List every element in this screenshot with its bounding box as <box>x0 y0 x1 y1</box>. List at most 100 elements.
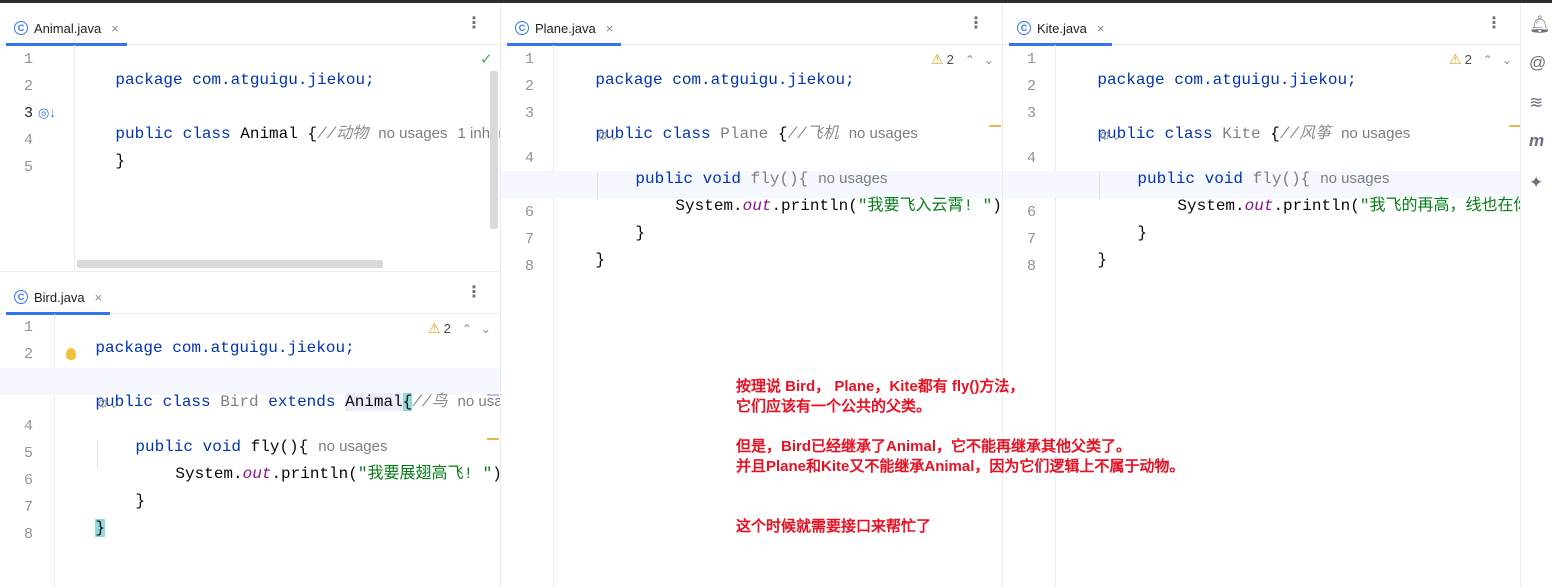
chevron-down-icon[interactable]: ⌄ <box>984 53 994 67</box>
tab-plane-java[interactable]: C Plane.java × <box>507 11 622 46</box>
line-number: 8 <box>524 258 534 275</box>
chevron-down-icon[interactable]: ⌄ <box>481 322 491 336</box>
code-line-class-decl[interactable]: public class Animal {//动物 no usages 1 inhe… <box>77 104 500 143</box>
code-line-class-decl[interactable]: public class Plane {//飞机 no usages <box>557 104 918 143</box>
editor-pane-bird: C Bird.java × ⋮ 1 2 3 4 5 6 7 8 package … <box>0 271 500 587</box>
line-number: 4 <box>1026 150 1036 167</box>
line-number: 7 <box>1026 231 1036 248</box>
code-line-method-decl[interactable]: public void fly(){no usages <box>97 417 387 456</box>
code-line-method-close[interactable]: } <box>1099 203 1147 242</box>
annotation-line-5: 这个时候就需要接口来帮忙了 <box>736 518 932 535</box>
chevron-up-icon[interactable]: ⌃ <box>1483 53 1493 67</box>
right-tool-strip: 🔔︎ @ ≋ m ✦ <box>1520 3 1552 587</box>
tab-label: Animal.java <box>34 20 102 36</box>
sparkle-icon[interactable]: ⚙⌄ <box>597 128 620 144</box>
close-tab-icon[interactable]: × <box>95 290 103 305</box>
code-line-close[interactable]: } <box>77 131 125 170</box>
annotation-line-2: 它们应该有一个公共的父类。 <box>736 398 932 415</box>
tab-label: Kite.java <box>1037 20 1087 36</box>
warning-icon: ⚠ <box>428 320 441 336</box>
code-line-println[interactable]: System.out.println("我飞的再高，线也在你手里 <box>1139 176 1520 215</box>
tab-menu-icon[interactable]: ⋮ <box>1486 16 1502 32</box>
code-line-class-decl[interactable]: public class Kite {//风筝 no usages <box>1059 104 1410 143</box>
warning-icon: ⚠ <box>931 51 944 67</box>
tab-menu-icon[interactable]: ⋮ <box>968 16 984 32</box>
indent-guide <box>597 172 598 200</box>
chevron-up-icon[interactable]: ⌃ <box>462 322 472 336</box>
annotation-line-1: 按理说 Bird， Plane，Kite都有 fly()方法， <box>736 378 1025 395</box>
line-number: 4 <box>524 150 534 167</box>
code-line-class-decl[interactable]: public class Bird extends Animal{//鸟 no u… <box>57 372 500 411</box>
line-number: 5 <box>23 159 33 176</box>
line-number: 8 <box>1026 258 1036 275</box>
code-line-class-close[interactable]: } <box>557 230 605 269</box>
line-number: 2 <box>23 78 33 95</box>
chevron-up-icon[interactable]: ⌃ <box>965 53 975 67</box>
line-number: 1 <box>23 51 33 68</box>
indent-guide <box>97 440 98 468</box>
code-line-println[interactable]: System.out.println("我要飞入云霄! "); <box>637 176 1002 215</box>
maven-icon[interactable]: m <box>1529 131 1544 151</box>
line-gutter <box>0 45 75 270</box>
line-number: 6 <box>524 204 534 221</box>
usages-hint[interactable]: no usages <box>849 125 918 142</box>
tab-bar-plane: C Plane.java × ⋮ <box>501 3 1002 46</box>
code-line-package[interactable]: package com.atguigu.jiekou; <box>57 318 354 357</box>
tab-label: Bird.java <box>34 289 85 305</box>
line-gutter <box>1003 45 1056 587</box>
warnings-indicator[interactable]: ⚠ 2 ⌃ ⌄ <box>1449 51 1512 68</box>
spiral-ai-icon[interactable]: @ <box>1529 53 1546 73</box>
code-line-package[interactable]: package com.atguigu.jiekou; <box>77 50 374 89</box>
ai-assistant-icon[interactable]: ✦ <box>1529 173 1543 193</box>
line-number: 1 <box>524 51 534 68</box>
line-number: 1 <box>23 319 33 336</box>
line-number: 2 <box>1026 78 1036 95</box>
java-class-icon: C <box>14 21 28 35</box>
line-number: 3 <box>524 105 534 122</box>
database-icon[interactable]: ≋ <box>1529 93 1543 113</box>
vertical-scrollbar[interactable] <box>490 71 498 229</box>
code-line-method-close[interactable]: } <box>97 471 145 510</box>
code-line-method-decl[interactable]: public void fly(){no usages <box>1099 149 1389 188</box>
tab-menu-icon[interactable]: ⋮ <box>466 16 482 32</box>
override-marker <box>1509 125 1520 127</box>
notifications-bell-icon[interactable]: 🔔︎ <box>1529 15 1551 35</box>
sparkle-icon[interactable]: ⚙⌄ <box>97 396 120 412</box>
line-number: 4 <box>23 418 33 435</box>
line-number: 3 <box>1026 105 1036 122</box>
line-number: 5 <box>23 445 33 462</box>
lightbulb-icon[interactable] <box>66 348 76 360</box>
editor-pane-plane: C Plane.java × ⋮ 1 2 3 4 5 6 7 8 package… <box>500 3 1002 587</box>
chevron-down-icon[interactable]: ⌄ <box>1502 53 1512 67</box>
warning-icon: ⚠ <box>1449 51 1462 67</box>
warnings-indicator[interactable]: ⚠ 2 ⌃ ⌄ <box>428 320 491 337</box>
line-number: 4 <box>23 132 33 149</box>
line-gutter <box>501 45 554 587</box>
code-line-println[interactable]: System.out.println("我要展翅高飞! "); <box>137 444 500 483</box>
code-line-class-close[interactable]: } <box>57 498 106 537</box>
annotation-line-4: 并且Plane和Kite又不能继承Animal，因为它们逻辑上不属于动物。 <box>736 458 1185 475</box>
close-tab-icon[interactable]: × <box>1097 21 1105 36</box>
tab-label: Plane.java <box>535 20 596 36</box>
close-tab-icon[interactable]: × <box>111 21 119 36</box>
code-line-package[interactable]: package com.atguigu.jiekou; <box>557 50 854 89</box>
tab-kite-java[interactable]: C Kite.java × <box>1009 11 1113 46</box>
warnings-indicator[interactable]: ⚠ 2 ⌃ ⌄ <box>931 51 994 68</box>
line-number: 2 <box>23 346 33 363</box>
no-problems-check-icon[interactable]: ✓ <box>480 50 493 68</box>
tab-menu-icon[interactable]: ⋮ <box>466 285 482 301</box>
tab-animal-java[interactable]: C Animal.java × <box>6 11 127 46</box>
sparkle-icon[interactable]: ⚙⌄ <box>1099 128 1122 144</box>
code-line-method-close[interactable]: } <box>597 203 645 242</box>
usages-hint[interactable]: no usages <box>378 125 447 142</box>
tab-bird-java[interactable]: C Bird.java × <box>6 280 111 315</box>
code-line-package[interactable]: package com.atguigu.jiekou; <box>1059 50 1356 89</box>
code-line-class-close[interactable]: } <box>1059 230 1107 269</box>
implementations-gutter-icon[interactable]: ◎↓ <box>38 105 56 121</box>
line-number: 7 <box>524 231 534 248</box>
usages-hint[interactable]: no usages <box>1341 125 1410 142</box>
horizontal-scrollbar[interactable] <box>77 260 383 268</box>
code-line-method-decl[interactable]: public void fly(){no usages <box>597 149 887 188</box>
close-tab-icon[interactable]: × <box>606 21 614 36</box>
tab-bar-kite: C Kite.java × ⋮ <box>1003 3 1520 46</box>
